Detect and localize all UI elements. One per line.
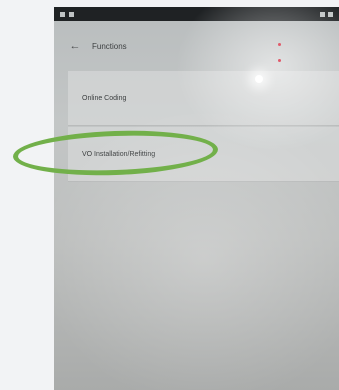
device-photo: ← Functions Online Coding VO Installatio… (54, 7, 339, 390)
app-toolbar: ← Functions (54, 33, 339, 59)
light-reflection (255, 75, 263, 83)
list-item-vo-installation[interactable]: VO Installation/Refitting (68, 127, 339, 182)
reflection-dot (278, 59, 281, 62)
status-bar (54, 7, 339, 21)
notification-icon (60, 11, 65, 17)
list-item-label: Online Coding (82, 94, 127, 102)
battery-icon (328, 11, 333, 17)
wifi-icon (320, 11, 325, 17)
sim-icon (69, 11, 74, 17)
status-right (320, 11, 333, 17)
page-title: Functions (92, 41, 127, 51)
reflection-dot (278, 43, 281, 46)
screen-glare (54, 7, 339, 390)
list-item-online-coding[interactable]: Online Coding (68, 71, 339, 126)
functions-list: Online Coding VO Installation/Refitting (68, 71, 339, 182)
list-item-label: VO Installation/Refitting (82, 150, 156, 158)
back-arrow-icon[interactable]: ← (68, 39, 82, 53)
